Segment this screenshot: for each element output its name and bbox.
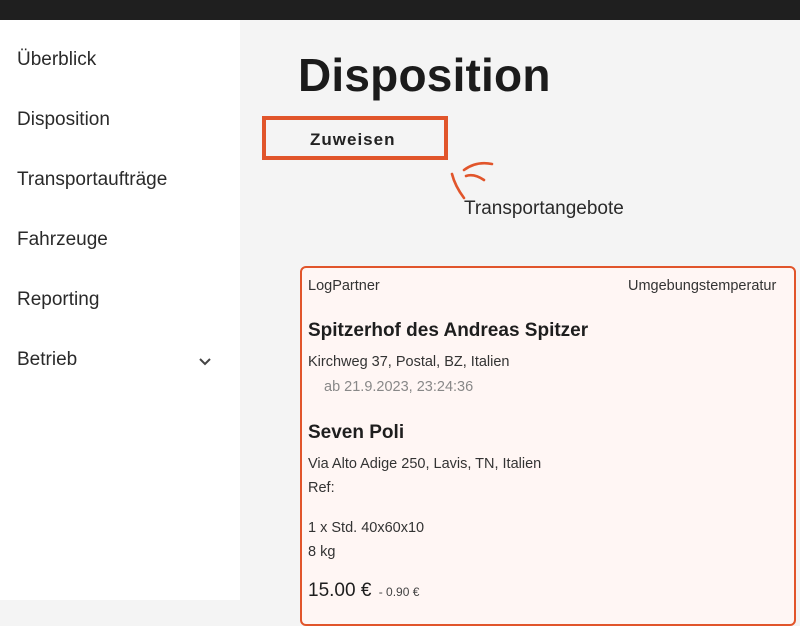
- order-card[interactable]: LogPartner Umgebungstemperatur Spitzerho…: [300, 266, 796, 626]
- price-discount: - 0.90 €: [378, 585, 420, 599]
- pickup-time: ab 21.9.2023, 23:24:36: [324, 379, 474, 395]
- delivery-name: Seven Poli: [308, 422, 405, 443]
- pickup-name: Spitzerhof des Andreas Spitzer: [308, 320, 589, 341]
- sidebar: Überblick Disposition Transportaufträge …: [0, 20, 240, 600]
- sidebar-item-disposition[interactable]: Disposition: [17, 109, 110, 131]
- tab-zuweisen-label: Zuweisen: [310, 130, 396, 149]
- sidebar-item-transportauftraege[interactable]: Transportaufträge: [17, 169, 167, 191]
- price: 15.00 € - 0.90 €: [308, 580, 419, 602]
- price-value: 15.00 €: [308, 580, 372, 601]
- page-title: Disposition: [298, 49, 551, 101]
- highlight-sparkle-icon: [450, 161, 494, 200]
- partner-label: LogPartner: [308, 278, 380, 294]
- cargo-weight: 8 kg: [308, 544, 336, 560]
- top-bar: [0, 0, 800, 20]
- sidebar-item-betrieb[interactable]: Betrieb: [17, 349, 77, 371]
- main-content: Disposition Zuweisen Transportangebote L…: [240, 20, 800, 626]
- pickup-address: Kirchweg 37, Postal, BZ, Italien: [308, 354, 510, 370]
- delivery-ref: Ref:: [308, 480, 335, 496]
- tab-zuweisen[interactable]: Zuweisen: [262, 116, 448, 160]
- sidebar-item-fahrzeuge[interactable]: Fahrzeuge: [17, 229, 108, 251]
- delivery-address: Via Alto Adige 250, Lavis, TN, Italien: [308, 456, 542, 472]
- sidebar-item-reporting[interactable]: Reporting: [17, 289, 99, 311]
- chevron-down-icon[interactable]: [197, 353, 213, 369]
- temperature-label: Umgebungstemperatur: [628, 278, 777, 294]
- tab-transportangebote[interactable]: Transportangebote: [464, 198, 624, 220]
- cargo-quantity: 1 x Std. 40x60x10: [308, 520, 425, 536]
- sidebar-item-ueberblick[interactable]: Überblick: [17, 49, 96, 71]
